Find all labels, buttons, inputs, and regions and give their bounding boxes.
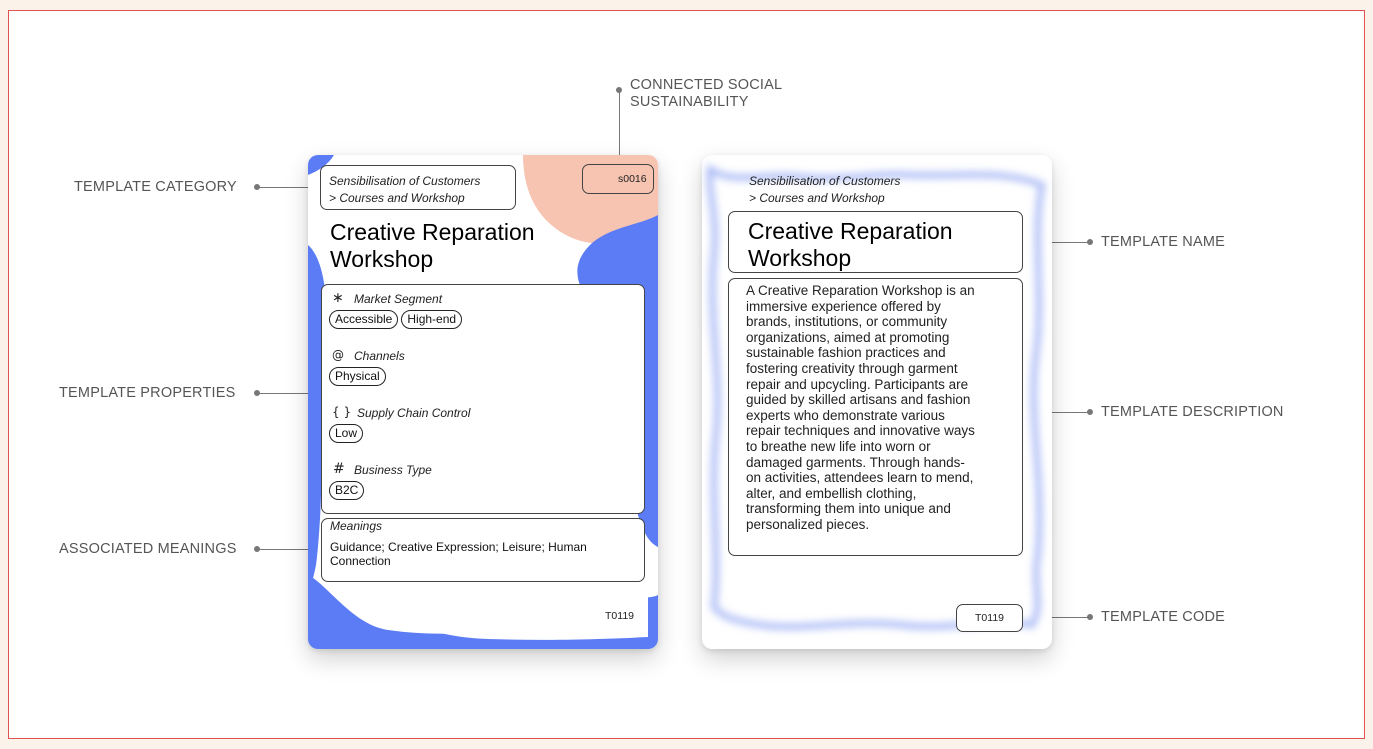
meanings-line1: Guidance; Creative Expression; Leisure; … [330, 540, 587, 554]
channels-tags: Physical [329, 367, 386, 386]
market-segment-tags: Accessible High-end [329, 310, 463, 329]
description-line: personalized pieces. [746, 516, 870, 532]
description-line: brands, institutions, or community [746, 314, 948, 330]
description-line: organizations, aimed at promoting [746, 329, 950, 345]
description-line: on activities, attendees learn to mend, [746, 470, 974, 486]
template-description: A Creative Reparation Workshop is an imm… [746, 283, 975, 533]
template-code-back: T0119 [975, 612, 1004, 624]
property-label-business-type: Business Type [354, 463, 432, 477]
callout-template-category: TEMPLATE CATEGORY [74, 179, 237, 195]
tag-physical: Physical [329, 367, 386, 386]
description-line: repair techniques and innovative ways [746, 423, 975, 439]
back-title-line2: Workshop [748, 245, 852, 271]
supply-chain-tags: Low [329, 424, 364, 443]
tag-accessible: Accessible [329, 310, 399, 329]
description-line: immersive experience offered by [746, 298, 941, 314]
description-line: A Creative Reparation Workshop is an [746, 283, 975, 298]
meanings-title: Meanings [330, 519, 383, 533]
back-category-line2: > Courses and Workshop [749, 191, 885, 205]
callout-template-properties: TEMPLATE PROPERTIES [59, 385, 236, 401]
braces-icon: { } [332, 405, 352, 419]
template-code-front: T0119 [605, 610, 634, 622]
callout-template-description: TEMPLATE DESCRIPTION [1101, 404, 1284, 420]
at-sign-icon: @ [332, 348, 344, 362]
description-line: to breathe new life into worn or [746, 438, 931, 454]
tag-high-end: High-end [401, 310, 463, 329]
meanings-line2: Connection [330, 554, 391, 568]
callout-connected-social-line2: SUSTAINABILITY [630, 94, 749, 110]
sustainability-code: s0016 [618, 173, 647, 185]
property-label-market-segment: Market Segment [354, 292, 443, 306]
description-line: guided by skilled artisans and fashion [746, 392, 971, 408]
template-card-front: Sensibilisation of Customers > Courses a… [308, 155, 658, 649]
tag-b2c: B2C [329, 481, 365, 500]
category-line1: Sensibilisation of Customers [329, 174, 481, 188]
description-line: alter, and embellish clothing, [746, 485, 917, 501]
template-card-back: Sensibilisation of Customers > Courses a… [702, 155, 1052, 649]
description-line: experts who demonstrate various [746, 407, 945, 423]
description-line: damaged garments. Through hands- [746, 454, 965, 470]
property-label-channels: Channels [354, 349, 405, 363]
description-line: repair and upcycling. Participants are [746, 376, 969, 392]
callout-template-name: TEMPLATE NAME [1101, 234, 1225, 250]
callout-connected-social-line1: CONNECTED SOCIAL [630, 77, 783, 93]
property-label-supply-chain-control: Supply Chain Control [357, 406, 471, 420]
callout-associated-meanings: ASSOCIATED MEANINGS [59, 541, 237, 557]
description-line: fostering creativity through garment [746, 360, 958, 376]
back-title-line1: Creative Reparation [748, 218, 953, 244]
callout-template-code: TEMPLATE CODE [1101, 609, 1225, 625]
description-line: transforming them into unique and [746, 501, 951, 517]
template-title-line1: Creative Reparation [330, 219, 535, 245]
hash-icon: # [333, 461, 345, 477]
category-line2: > Courses and Workshop [329, 191, 465, 205]
template-title-line2: Workshop [330, 246, 434, 272]
diagram-frame [8, 10, 1365, 739]
asterisk-icon: ∗ [332, 290, 344, 306]
business-type-tags: B2C [329, 481, 365, 500]
description-line: sustainable fashion practices and [746, 345, 946, 361]
tag-low: Low [329, 424, 364, 443]
back-category-line1: Sensibilisation of Customers [749, 174, 901, 188]
